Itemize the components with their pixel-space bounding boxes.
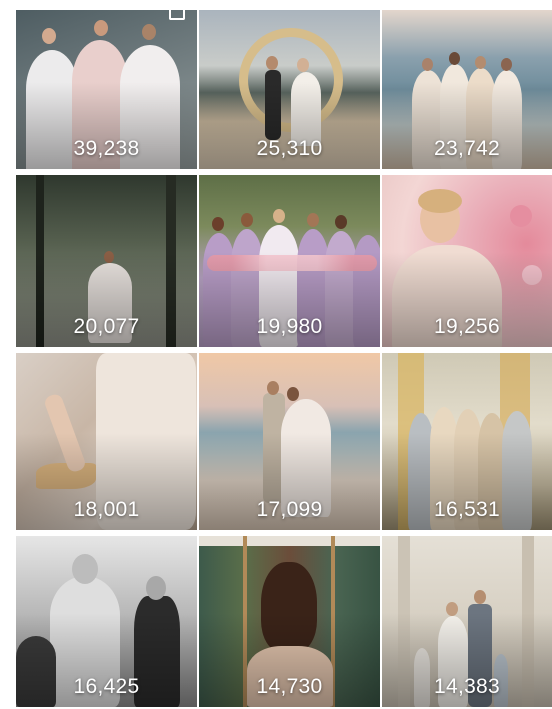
view-count: 18,001 — [73, 498, 140, 521]
view-count: 20,077 — [73, 315, 140, 338]
photo-tile[interactable]: 16,425 — [16, 536, 197, 707]
view-count: 23,742 — [433, 137, 501, 160]
photo-grid: 39,238 25,310 23,742 20,077 19,980 19,25… — [16, 10, 552, 709]
view-count: 16,531 — [433, 498, 501, 521]
view-count: 25,310 — [256, 137, 323, 160]
view-count: 14,730 — [256, 675, 323, 698]
view-count: 39,238 — [73, 137, 140, 160]
photo-tile[interactable]: 16,531 — [382, 353, 552, 530]
photo-tile[interactable]: 20,077 — [16, 175, 197, 347]
view-count: 19,980 — [256, 315, 323, 338]
view-count: 16,425 — [73, 675, 140, 698]
photo-tile[interactable]: 19,980 — [199, 175, 380, 347]
view-count: 14,383 — [433, 675, 501, 698]
multi-photo-icon — [169, 10, 185, 20]
photo-tile[interactable]: 14,730 — [199, 536, 380, 707]
photo-tile[interactable]: 18,001 — [16, 353, 197, 530]
photo-tile[interactable]: 25,310 — [199, 10, 380, 169]
view-count: 17,099 — [256, 498, 323, 521]
photo-tile[interactable]: 17,099 — [199, 353, 380, 530]
view-count: 19,256 — [433, 315, 501, 338]
photo-tile[interactable]: 23,742 — [382, 10, 552, 169]
photo-tile[interactable]: 39,238 — [16, 10, 197, 169]
photo-tile[interactable]: 19,256 — [382, 175, 552, 347]
photo-tile[interactable]: 14,383 — [382, 536, 552, 707]
